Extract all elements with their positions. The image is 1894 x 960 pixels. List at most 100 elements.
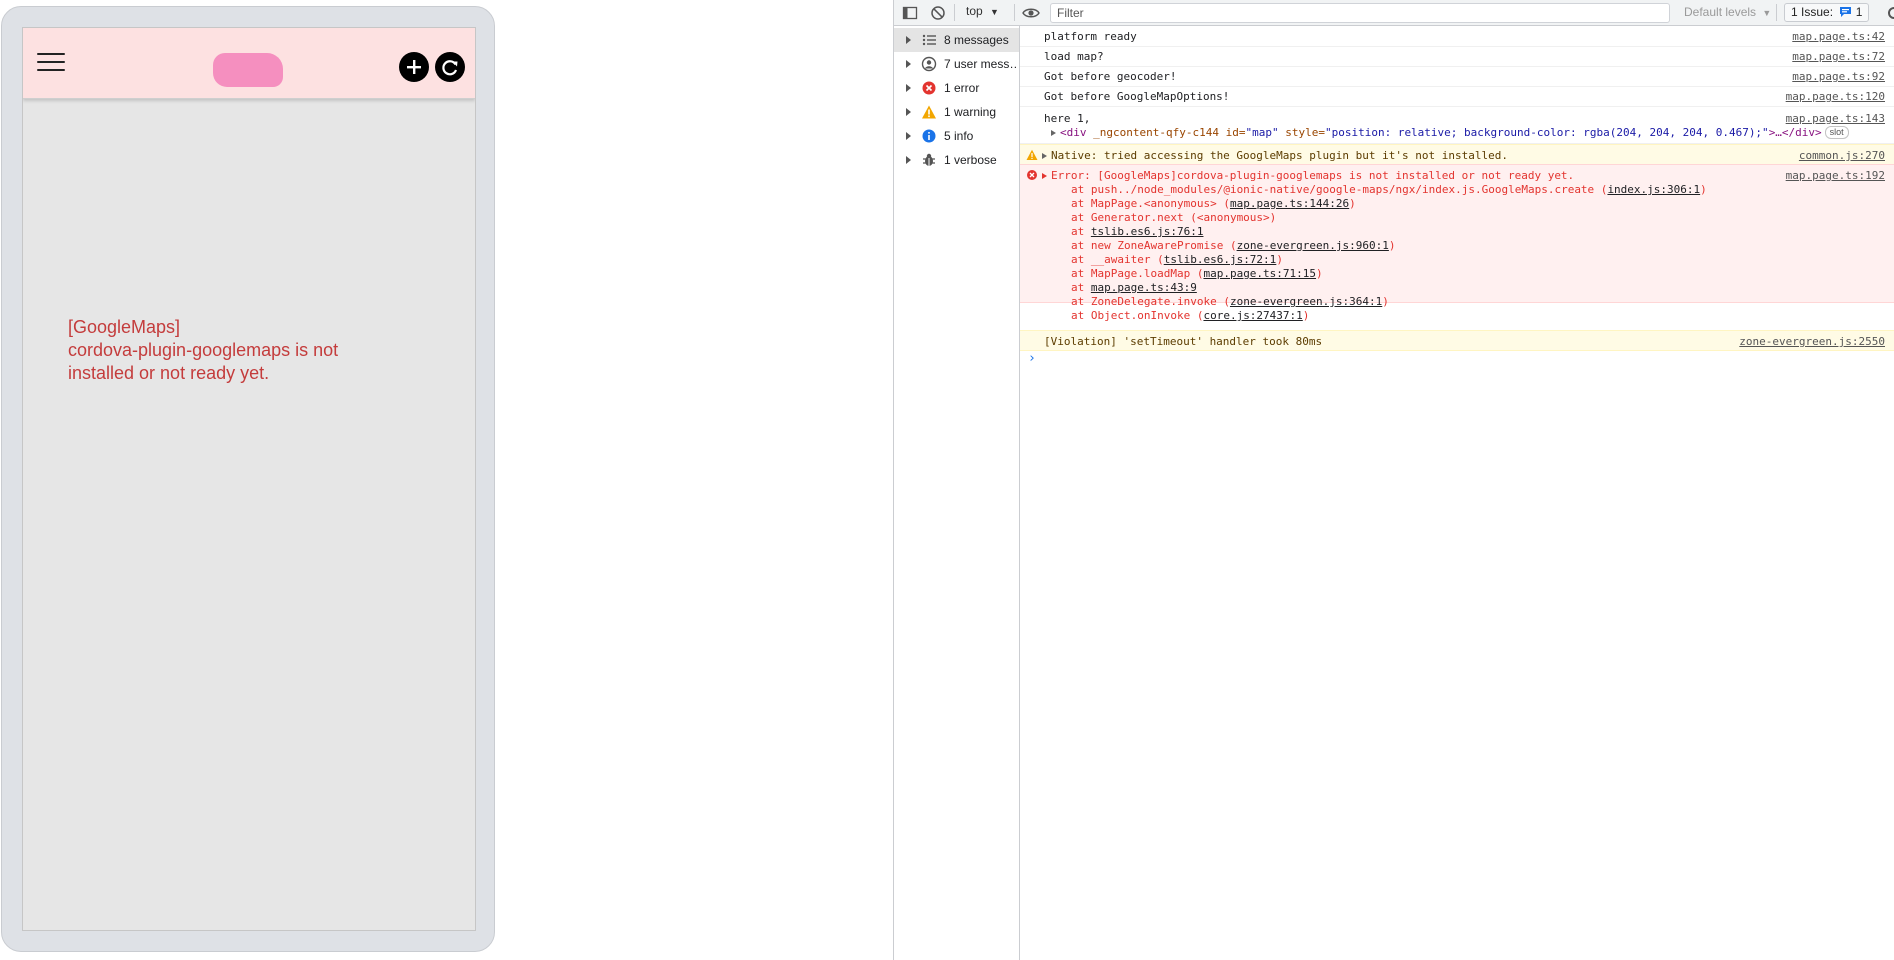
stack-source-link[interactable]: index.js:306:1	[1607, 183, 1700, 196]
warning-text: Native: tried accessing the GoogleMaps p…	[1042, 149, 1508, 162]
error-icon	[1027, 170, 1037, 180]
stack-trace-line: at __awaiter (tslib.es6.js:72:1)	[1071, 253, 1283, 266]
bug-icon	[923, 153, 935, 166]
console-messages: platform ready map.page.ts:42 load map? …	[1020, 26, 1894, 960]
console-prompt[interactable]: ›	[1028, 351, 1036, 366]
expand-arrow-icon[interactable]	[1051, 130, 1056, 136]
stack-trace-line: at tslib.es6.js:76:1	[1071, 225, 1204, 238]
stack-source-link[interactable]: map.page.ts:71:15	[1203, 267, 1316, 280]
log-text: platform ready	[1044, 30, 1137, 43]
console-error-row: Error: [GoogleMaps]cordova-plugin-google…	[1020, 164, 1894, 322]
toolbar-separator	[1014, 4, 1015, 21]
map-error-title: [GoogleMaps]	[68, 317, 181, 337]
console-violation-row: [Violation] 'setTimeout' handler took 80…	[1020, 330, 1894, 351]
source-link[interactable]: map.page.ts:192	[1786, 169, 1885, 182]
gear-icon[interactable]	[1884, 5, 1894, 21]
console-toolbar: top ▼ Default levels ▼ 1 Issue: 1	[894, 0, 1894, 26]
expand-arrow-icon[interactable]	[906, 156, 911, 164]
slot-badge[interactable]: slot	[1824, 126, 1849, 139]
log-text: here 1,	[1044, 112, 1091, 125]
source-link[interactable]: map.page.ts:72	[1792, 50, 1885, 63]
stack-source-link[interactable]: tslib.es6.js:72:1	[1164, 253, 1277, 266]
refresh-button[interactable]	[435, 52, 465, 82]
refresh-icon	[442, 60, 458, 76]
expand-arrow-icon[interactable]	[906, 60, 911, 68]
stack-trace-line: at ZoneDelegate.invoke (zone-evergreen.j…	[1071, 295, 1389, 308]
sidebar-item-label: 1 warning	[944, 105, 997, 119]
source-link[interactable]: common.js:270	[1799, 149, 1885, 162]
issues-button[interactable]: 1 Issue: 1	[1784, 3, 1870, 22]
expand-arrow-icon[interactable]	[906, 108, 911, 116]
html-element-preview[interactable]: <div _ngcontent-qfy-c144 id="map" style=…	[1051, 126, 1849, 139]
stack-trace-line: at map.page.ts:43:9	[1071, 281, 1197, 294]
eye-icon[interactable]	[1022, 5, 1040, 21]
expand-arrow-icon[interactable]	[906, 36, 911, 44]
console-log-row: platform ready map.page.ts:42	[1020, 26, 1894, 47]
devtools-panel: top ▼ Default levels ▼ 1 Issue: 1	[893, 0, 1894, 960]
info-icon	[922, 129, 936, 143]
warning-icon	[922, 105, 936, 119]
sidebar-item-label: 8 messages	[944, 33, 1009, 47]
stack-source-link[interactable]: zone-evergreen.js:960:1	[1237, 239, 1389, 252]
sidebar-item-messages[interactable]: 8 messages	[894, 28, 1019, 52]
sidebar-item-verbose[interactable]: 1 verbose	[894, 148, 1019, 172]
source-link[interactable]: map.page.ts:42	[1792, 30, 1885, 43]
log-text: Got before GoogleMapOptions!	[1044, 90, 1230, 103]
console-log-row: load map? map.page.ts:72	[1020, 46, 1894, 67]
plus-icon	[407, 60, 421, 74]
console-log-row: Got before GoogleMapOptions! map.page.ts…	[1020, 86, 1894, 107]
stack-trace-line: at MapPage.loadMap (map.page.ts:71:15)	[1071, 267, 1323, 280]
clear-console-icon[interactable]	[930, 5, 946, 21]
source-link[interactable]: map.page.ts:92	[1792, 70, 1885, 83]
menu-icon[interactable]	[37, 52, 65, 72]
stack-source-link[interactable]: tslib.es6.js:76:1	[1091, 225, 1204, 238]
app-logo	[213, 53, 283, 87]
add-button[interactable]	[399, 52, 429, 82]
source-link[interactable]: map.page.ts:143	[1786, 112, 1885, 125]
source-link[interactable]: map.page.ts:120	[1786, 90, 1885, 103]
dropdown-arrow-icon: ▼	[1762, 8, 1772, 18]
log-text: Got before geocoder!	[1044, 70, 1177, 83]
log-text: load map?	[1044, 50, 1104, 63]
error-icon	[922, 81, 936, 95]
log-levels-dropdown[interactable]: Default levels ▼	[1684, 5, 1771, 19]
device-frame: [GoogleMaps] cordova-plugin-googlemaps i…	[1, 6, 495, 952]
toolbar-separator	[954, 4, 955, 21]
sidebar-item-warnings[interactable]: 1 warning	[894, 100, 1019, 124]
issue-icon	[1840, 7, 1852, 17]
console-warning-row: Native: tried accessing the GoogleMaps p…	[1020, 144, 1894, 165]
user-icon	[921, 56, 937, 72]
filter-input[interactable]	[1050, 3, 1670, 23]
violation-text: [Violation] 'setTimeout' handler took 80…	[1044, 335, 1323, 348]
context-selector[interactable]: top ▼	[966, 4, 999, 18]
sidebar-item-user-messages[interactable]: 7 user mess…	[894, 52, 1019, 76]
sidebar-toggle-icon[interactable]	[902, 5, 918, 21]
expand-arrow-icon[interactable]	[1042, 153, 1047, 159]
sidebar-item-info[interactable]: 5 info	[894, 124, 1019, 148]
expand-arrow-icon[interactable]	[906, 84, 911, 92]
expand-arrow-icon[interactable]	[906, 132, 911, 140]
source-link[interactable]: zone-evergreen.js:2550	[1739, 335, 1885, 348]
stack-source-link[interactable]: zone-evergreen.js:364:1	[1230, 295, 1382, 308]
toolbar-separator	[1776, 4, 1777, 21]
context-label: top	[966, 4, 983, 18]
sidebar-item-label: 5 info	[944, 129, 974, 143]
sidebar-item-errors[interactable]: 1 error	[894, 76, 1019, 100]
console-log-row: Got before geocoder! map.page.ts:92	[1020, 66, 1894, 87]
warning-icon	[1026, 149, 1038, 160]
stack-trace-line: at Generator.next (<anonymous>)	[1071, 211, 1277, 224]
stack-source-link[interactable]: map.page.ts:43:9	[1091, 281, 1197, 294]
stack-trace-line: at MapPage.<anonymous> (map.page.ts:144:…	[1071, 197, 1356, 210]
app-toolbar	[23, 28, 475, 99]
stack-source-link[interactable]: core.js:27437:1	[1203, 309, 1302, 322]
dropdown-arrow-icon: ▼	[990, 7, 999, 17]
stack-source-link[interactable]: map.page.ts:144:26	[1230, 197, 1349, 210]
log-levels-label: Default levels	[1684, 5, 1757, 19]
issues-count: 1	[1855, 5, 1863, 19]
stack-trace-line: at push../node_modules/@ionic-native/goo…	[1071, 183, 1707, 196]
sidebar-item-label: 7 user mess…	[944, 57, 1018, 71]
error-text: Error: [GoogleMaps]cordova-plugin-google…	[1042, 169, 1574, 182]
expand-arrow-icon[interactable]	[1042, 173, 1047, 179]
list-icon	[922, 34, 936, 46]
issues-label: 1 Issue:	[1791, 5, 1834, 19]
